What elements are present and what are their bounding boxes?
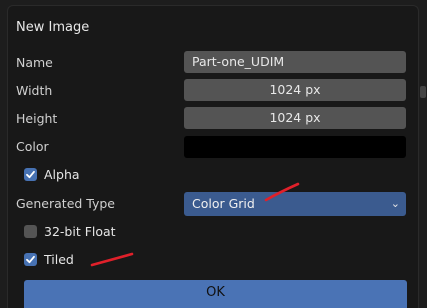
tiled-checkbox[interactable] xyxy=(24,253,37,266)
annotation-stroke xyxy=(90,252,134,267)
float32-label: 32-bit Float xyxy=(44,224,116,239)
side-handle xyxy=(420,86,426,98)
generated-type-label: Generated Type xyxy=(16,196,115,211)
chevron-down-icon: ⌄ xyxy=(390,197,400,210)
width-field[interactable]: 1024 px xyxy=(184,79,406,101)
name-label: Name xyxy=(16,55,53,70)
color-swatch[interactable] xyxy=(184,136,406,158)
ok-button[interactable]: OK xyxy=(24,280,407,308)
checkmark-icon xyxy=(26,255,35,264)
width-label: Width xyxy=(16,83,53,98)
alpha-checkbox[interactable] xyxy=(24,168,37,181)
height-field[interactable]: 1024 px xyxy=(184,107,406,129)
tiled-label: Tiled xyxy=(44,252,74,267)
dialog-title: New Image xyxy=(16,20,90,35)
color-label: Color xyxy=(16,139,49,154)
generated-type-value: Color Grid xyxy=(192,196,255,211)
name-field[interactable]: Part-one_UDIM xyxy=(184,51,406,73)
alpha-label: Alpha xyxy=(44,167,80,182)
checkmark-icon xyxy=(26,170,35,179)
height-label: Height xyxy=(16,111,58,126)
annotation-stroke xyxy=(264,182,300,202)
float32-checkbox[interactable] xyxy=(24,225,37,238)
